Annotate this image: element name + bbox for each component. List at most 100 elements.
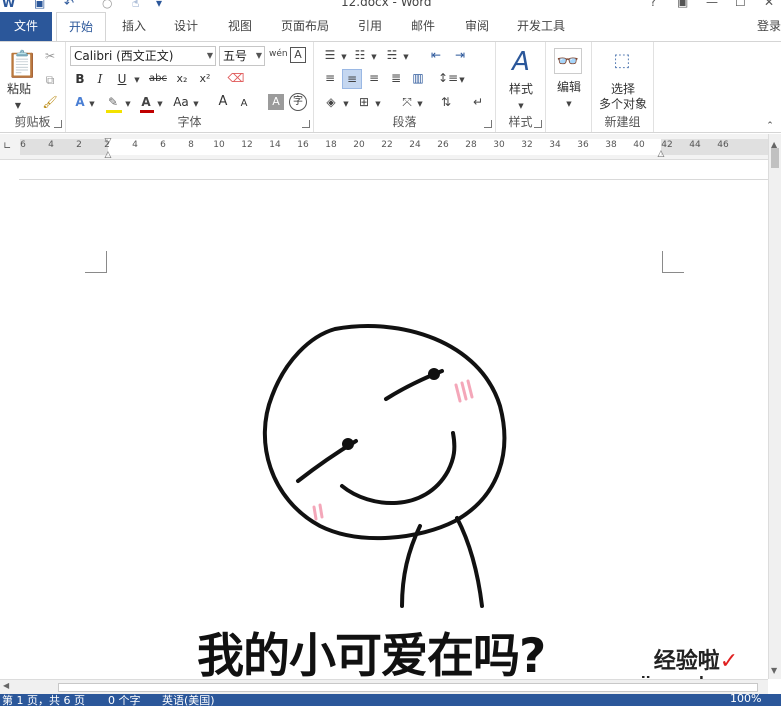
undo-icon[interactable]: ↶ — [64, 0, 74, 10]
document-area[interactable]: 我的小可爱在吗? 经验啦✓ jingyanla.com — [0, 161, 768, 691]
styles-icon[interactable]: A — [506, 46, 536, 78]
bullets-icon[interactable]: ☰ — [322, 47, 338, 63]
paste-dropdown-icon[interactable]: ▼ — [10, 98, 26, 114]
underline-dropdown-icon[interactable]: ▼ — [132, 72, 142, 88]
help-button[interactable]: ? — [650, 0, 656, 9]
select-objects-label-1[interactable]: 选择 — [592, 82, 654, 96]
cut-icon[interactable]: ✂ — [42, 48, 58, 64]
underline-button[interactable]: U — [114, 70, 130, 88]
font-color-dropdown-icon[interactable]: ▼ — [156, 96, 164, 112]
bold-button[interactable]: B — [72, 70, 88, 88]
align-left-icon[interactable]: ≡ — [322, 70, 338, 86]
multilevel-list-icon[interactable]: ☵ — [384, 47, 400, 63]
tab-mailings[interactable]: 邮件 — [401, 12, 445, 41]
redo-icon[interactable]: ○ — [102, 0, 112, 10]
customize-qat-icon[interactable]: ▾ — [156, 0, 162, 10]
font-name-combo[interactable]: Calibri (西文正文) ▼ — [70, 46, 216, 66]
borders-dropdown-icon[interactable]: ▼ — [374, 96, 382, 112]
find-icon[interactable]: 👓 — [554, 48, 582, 74]
change-case-button[interactable]: Aa — [170, 93, 192, 111]
enclose-characters-button[interactable]: 字 — [289, 93, 307, 111]
phonetic-guide-icon[interactable]: wén — [269, 46, 288, 62]
tab-file[interactable]: 文件 — [0, 12, 52, 41]
maximize-button[interactable]: ☐ — [735, 0, 746, 9]
close-button[interactable]: ✕ — [764, 0, 774, 9]
save-icon[interactable]: ▣ — [34, 0, 45, 10]
text-effects-icon[interactable]: A — [72, 94, 88, 110]
font-launcher-icon[interactable] — [302, 120, 310, 128]
increase-indent-icon[interactable]: ⇥ — [452, 47, 468, 63]
strikethrough-button[interactable]: abc — [146, 70, 170, 88]
ribbon-display-options-button[interactable]: ▣ — [677, 0, 688, 9]
styles-launcher-icon[interactable] — [534, 120, 542, 128]
align-center-icon[interactable]: ≡ — [342, 69, 362, 89]
editing-button-label[interactable]: 编辑 — [546, 80, 592, 94]
numbering-icon[interactable]: ☷ — [352, 47, 368, 63]
shading-dropdown-icon[interactable]: ▼ — [342, 96, 350, 112]
borders-icon[interactable]: ⊞ — [356, 94, 372, 110]
collapse-ribbon-icon[interactable]: ⌃ — [764, 118, 776, 134]
paragraph-launcher-icon[interactable] — [484, 120, 492, 128]
shrink-font-button[interactable]: A — [238, 95, 250, 113]
multilevel-dropdown-icon[interactable]: ▼ — [402, 49, 410, 65]
tab-layout[interactable]: 页面布局 — [272, 12, 338, 41]
text-effects-dropdown-icon[interactable]: ▼ — [88, 96, 96, 112]
italic-button[interactable]: I — [92, 70, 108, 88]
line-spacing-icon[interactable]: ↕≡ — [438, 70, 458, 86]
numbering-dropdown-icon[interactable]: ▼ — [370, 49, 378, 65]
language-indicator[interactable]: 英语(美国) — [162, 694, 215, 706]
shading-icon[interactable]: ◈ — [322, 94, 340, 110]
font-size-combo[interactable]: 五号 ▼ — [219, 46, 265, 66]
decrease-indent-icon[interactable]: ⇤ — [428, 47, 444, 63]
tab-references[interactable]: 引用 — [348, 12, 392, 41]
chinese-layout-dropdown-icon[interactable]: ▼ — [416, 96, 424, 112]
horizontal-scrollbar[interactable]: ◀ — [0, 679, 768, 694]
sign-in-link[interactable]: 登录 — [757, 12, 781, 41]
clipboard-launcher-icon[interactable] — [54, 120, 62, 128]
select-objects-icon[interactable]: ⬚ — [608, 48, 636, 74]
styles-button-label[interactable]: 样式 — [496, 82, 546, 96]
subscript-button[interactable]: x₂ — [173, 70, 191, 88]
copy-icon[interactable]: ⧉ — [42, 72, 58, 88]
justify-icon[interactable]: ≣ — [388, 70, 404, 86]
tab-home[interactable]: 开始 — [56, 12, 106, 42]
horizontal-ruler[interactable]: ∟ 6 4 2 2 4 6 8 10 12 14 16 18 20 22 24 26 28 30 32 34 36 38 4… — [0, 134, 781, 160]
scroll-down-icon[interactable]: ▼ — [771, 666, 777, 675]
minimize-button[interactable]: — — [706, 0, 718, 9]
highlight-dropdown-icon[interactable]: ▼ — [124, 96, 132, 112]
styles-dropdown-icon[interactable]: ▼ — [517, 98, 525, 114]
page-count[interactable]: 第 1 页，共 6 页 — [2, 694, 85, 706]
change-case-dropdown-icon[interactable]: ▼ — [192, 96, 200, 112]
right-indent-icon[interactable]: △ — [655, 146, 667, 162]
tab-developer[interactable]: 开发工具 — [508, 12, 574, 41]
tab-design[interactable]: 设计 — [164, 12, 208, 41]
scroll-left-icon[interactable]: ◀ — [3, 681, 9, 690]
show-marks-icon[interactable]: ↵ — [470, 94, 486, 110]
grow-font-button[interactable]: A — [216, 93, 230, 111]
word-count[interactable]: 0 个字 — [108, 694, 141, 706]
tab-selector-icon[interactable]: ∟ — [3, 141, 11, 152]
tab-insert[interactable]: 插入 — [112, 12, 156, 41]
chinese-layout-icon[interactable]: ⤧ — [398, 94, 416, 110]
vertical-scroll-thumb[interactable] — [771, 148, 779, 168]
touch-mode-icon[interactable]: ☝ — [132, 0, 139, 10]
horizontal-scroll-thumb[interactable] — [58, 683, 758, 692]
highlight-icon[interactable]: ✎ — [104, 94, 122, 110]
tab-view[interactable]: 视图 — [218, 12, 262, 41]
paste-icon[interactable]: 📋 — [6, 50, 38, 80]
clear-formatting-icon[interactable]: ⌫ — [226, 70, 246, 86]
editing-dropdown-icon[interactable]: ▼ — [565, 96, 573, 112]
bullets-dropdown-icon[interactable]: ▼ — [340, 49, 348, 65]
tab-review[interactable]: 审阅 — [455, 12, 499, 41]
character-border-icon[interactable]: A — [290, 47, 306, 63]
vertical-scrollbar[interactable]: ▲ ▼ — [768, 134, 781, 679]
select-objects-label-2[interactable]: 多个对象 — [592, 97, 654, 111]
zoom-level[interactable]: 100% — [730, 694, 761, 705]
align-right-icon[interactable]: ≡ — [366, 70, 382, 86]
character-shading-button[interactable]: A — [268, 94, 284, 110]
distributed-icon[interactable]: ▥ — [410, 70, 426, 86]
line-spacing-dropdown-icon[interactable]: ▼ — [458, 72, 466, 88]
sort-icon[interactable]: ⇅ — [438, 94, 454, 110]
paste-button-label[interactable]: 粘贴 — [2, 82, 36, 96]
superscript-button[interactable]: x² — [196, 70, 214, 88]
